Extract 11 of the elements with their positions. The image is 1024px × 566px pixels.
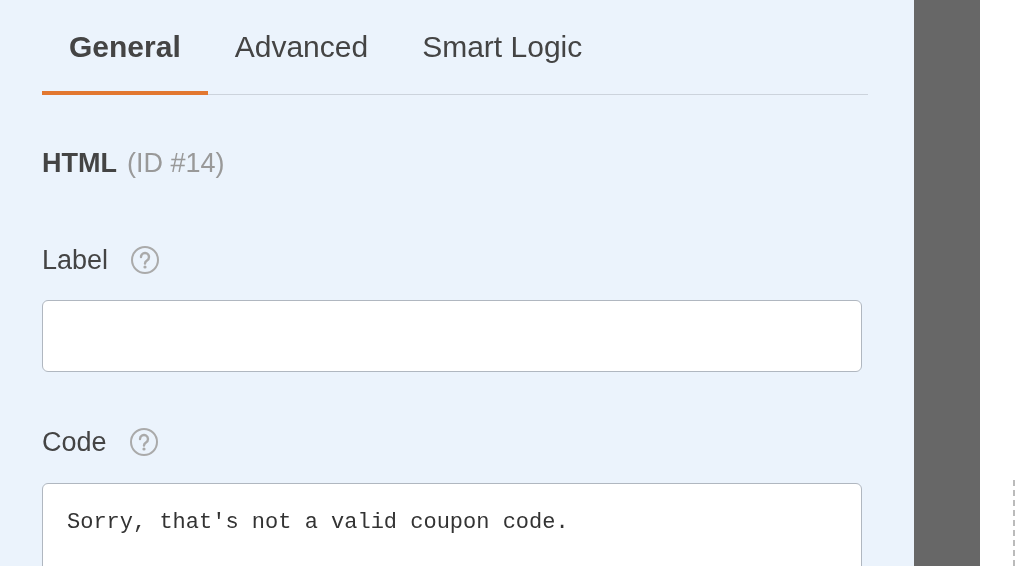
tab[interactable]: Advanced bbox=[207, 0, 396, 95]
field-type-title: HTML bbox=[42, 147, 117, 180]
field-label: Label bbox=[42, 243, 109, 277]
help-icon[interactable] bbox=[128, 427, 159, 458]
input-field[interactable] bbox=[42, 300, 862, 372]
tab[interactable]: General bbox=[42, 0, 208, 95]
tab[interactable]: Smart Logic bbox=[395, 0, 610, 95]
field-label: Code bbox=[42, 426, 107, 459]
help-icon[interactable] bbox=[130, 244, 161, 275]
code-editor[interactable]: Sorry, that's not a valid coupon code. bbox=[42, 482, 862, 566]
field-id: (ID #14) bbox=[127, 147, 225, 180]
